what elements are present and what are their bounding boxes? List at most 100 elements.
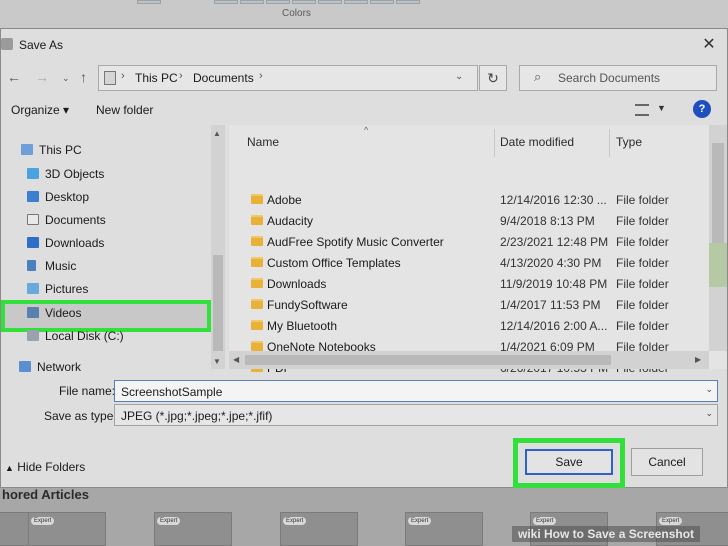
nav-item-label: This PC bbox=[39, 143, 82, 157]
nav-pane-scroll-thumb[interactable] bbox=[213, 255, 223, 351]
date-modified-cell: 9/4/2018 8:13 PM bbox=[500, 214, 595, 228]
color-swatch bbox=[214, 0, 238, 4]
documents-location-icon bbox=[104, 71, 116, 85]
horizontal-scroll-thumb[interactable] bbox=[245, 355, 611, 365]
forward-arrow-icon[interactable]: → bbox=[35, 69, 49, 85]
date-modified-cell: 1/4/2017 11:53 PM bbox=[500, 298, 601, 312]
breadcrumb-separator-icon: › bbox=[121, 70, 125, 82]
file-name-cell: My Bluetooth bbox=[267, 319, 338, 333]
save-button[interactable]: Save bbox=[525, 449, 613, 475]
color-swatch bbox=[344, 0, 368, 4]
nav-item-label: Pictures bbox=[45, 282, 89, 296]
sort-ascending-icon: ^ bbox=[364, 125, 369, 135]
search-icon: ⌕ bbox=[534, 69, 542, 84]
file-row[interactable]: Custom Office Templates 4/13/2020 4:30 P… bbox=[229, 252, 711, 273]
nav-item-label: Local Disk (C:) bbox=[45, 329, 124, 343]
background-ribbon: Colors bbox=[0, 0, 728, 28]
column-header-type[interactable]: Type bbox=[616, 135, 642, 149]
save-as-type-select[interactable]: JPEG (*.jpg;*.jpeg;*.jpe;*.jfif) ⌄ bbox=[114, 404, 718, 426]
column-divider[interactable] bbox=[609, 129, 610, 157]
search-input[interactable]: ⌕ Search Documents bbox=[519, 65, 717, 91]
hide-folders-button[interactable]: ▲ Hide Folders bbox=[5, 460, 85, 474]
file-row[interactable]: AudFree Spotify Music Converter 2/23/202… bbox=[229, 231, 711, 252]
cancel-button[interactable]: Cancel bbox=[631, 448, 703, 476]
chevron-up-icon: ▲ bbox=[5, 463, 14, 473]
file-name-cell: FundySoftware bbox=[267, 298, 348, 312]
file-name-cell: Audacity bbox=[267, 214, 314, 228]
folder-icon bbox=[251, 236, 263, 246]
expert-badge: Expert bbox=[31, 517, 55, 525]
breadcrumb-separator-icon: › bbox=[179, 70, 183, 82]
folder-icon bbox=[251, 320, 263, 330]
type-cell: File folder bbox=[616, 193, 669, 207]
close-icon[interactable]: ✕ bbox=[699, 35, 719, 55]
file-row[interactable]: Audacity 9/4/2018 8:13 PM File folder bbox=[229, 210, 711, 231]
article-thumbnail: Expert bbox=[154, 512, 232, 546]
breadcrumb-documents[interactable]: Documents bbox=[193, 71, 254, 85]
downloads-icon bbox=[27, 237, 39, 248]
wikihow-footer: wiki How to Save a Screenshot bbox=[512, 526, 701, 542]
background-edge bbox=[709, 243, 727, 287]
refresh-button[interactable]: ↻ bbox=[479, 65, 507, 91]
search-placeholder: Search Documents bbox=[558, 71, 661, 85]
file-name-label: File name: bbox=[59, 384, 116, 398]
column-divider[interactable] bbox=[494, 129, 495, 157]
chevron-down-icon[interactable]: ⌄ bbox=[705, 384, 713, 395]
article-thumbnail: Expert bbox=[280, 512, 358, 546]
file-name-field[interactable]: ScreenshotSample ⌄ bbox=[114, 380, 718, 402]
color-swatch bbox=[318, 0, 342, 4]
column-header-date-modified[interactable]: Date modified bbox=[500, 135, 574, 149]
file-row[interactable]: My Bluetooth 12/14/2016 2:00 A... File f… bbox=[229, 315, 711, 336]
column-header-name[interactable]: Name bbox=[247, 135, 279, 149]
scroll-down-arrow-icon[interactable]: ▼ bbox=[213, 357, 221, 366]
file-row[interactable]: Downloads 11/9/2019 10:48 PM File folder bbox=[229, 273, 711, 294]
scroll-right-arrow-icon[interactable]: ▶ bbox=[695, 355, 701, 364]
type-cell: File folder bbox=[616, 277, 669, 291]
scroll-up-arrow-icon[interactable]: ▲ bbox=[213, 129, 221, 138]
new-folder-button[interactable]: New folder bbox=[96, 103, 153, 117]
article-thumbnail: Expert bbox=[28, 512, 106, 546]
nav-item-label: Music bbox=[45, 259, 77, 273]
save-button-highlight: Save bbox=[513, 438, 625, 488]
address-dropdown-chevron-icon[interactable]: ⌄ bbox=[455, 71, 463, 82]
view-options-icon[interactable] bbox=[635, 104, 649, 116]
address-bar[interactable]: › This PC › Documents › ⌄ bbox=[98, 65, 478, 91]
articles-heading: hored Articles bbox=[2, 487, 89, 502]
breadcrumb-this-pc[interactable]: This PC bbox=[135, 71, 178, 85]
title-bar: Save As ✕ bbox=[1, 29, 727, 61]
computer-icon bbox=[21, 144, 33, 155]
expert-badge: Expert bbox=[659, 517, 683, 525]
file-name-cell: Adobe bbox=[267, 193, 302, 207]
back-arrow-icon[interactable]: ← bbox=[7, 69, 21, 85]
up-arrow-icon[interactable]: ↑ bbox=[80, 69, 87, 85]
help-icon[interactable]: ? bbox=[693, 100, 711, 118]
type-cell: File folder bbox=[616, 319, 669, 333]
file-row[interactable]: FundySoftware 1/4/2017 11:53 PM File fol… bbox=[229, 294, 711, 315]
scroll-left-arrow-icon[interactable]: ◀ bbox=[233, 355, 239, 364]
nav-pane-scrollbar[interactable]: ▲ ▼ bbox=[211, 125, 225, 369]
vertical-scroll-thumb[interactable] bbox=[712, 143, 724, 243]
file-list-vertical-scrollbar[interactable] bbox=[709, 125, 727, 351]
music-icon bbox=[27, 260, 36, 271]
color-swatch bbox=[240, 0, 264, 4]
recent-locations-chevron-icon[interactable]: ⌄ bbox=[62, 73, 70, 84]
file-list: ^ Name Date modified Type Adobe 12/14/20… bbox=[229, 125, 727, 375]
nav-item-label: Downloads bbox=[45, 236, 105, 250]
folder-icon bbox=[251, 341, 263, 351]
save-as-dialog: Save As ✕ ← → ⌄ ↑ › This PC › Documents … bbox=[0, 28, 728, 488]
file-name-cell: Downloads bbox=[267, 277, 327, 291]
color-swatch bbox=[137, 0, 161, 4]
navigation-bar: ← → ⌄ ↑ › This PC › Documents › ⌄ ↻ ⌕ Se… bbox=[1, 61, 727, 95]
chevron-down-icon[interactable]: ▼ bbox=[657, 103, 666, 113]
chevron-down-icon[interactable]: ⌄ bbox=[705, 408, 713, 419]
expert-badge: Expert bbox=[408, 517, 432, 525]
file-list-horizontal-scrollbar[interactable]: ◀ ▶ bbox=[229, 351, 709, 369]
save-as-icon bbox=[1, 38, 13, 50]
file-row[interactable]: Adobe 12/14/2016 12:30 ... File folder bbox=[229, 189, 711, 210]
desktop-icon bbox=[27, 191, 39, 202]
date-modified-cell: 4/13/2020 4:30 PM bbox=[500, 256, 602, 270]
organize-menu-button[interactable]: Organize ▾ bbox=[11, 103, 69, 117]
file-name-value: ScreenshotSample bbox=[121, 385, 223, 399]
documents-icon bbox=[27, 214, 39, 225]
color-swatch bbox=[370, 0, 394, 4]
